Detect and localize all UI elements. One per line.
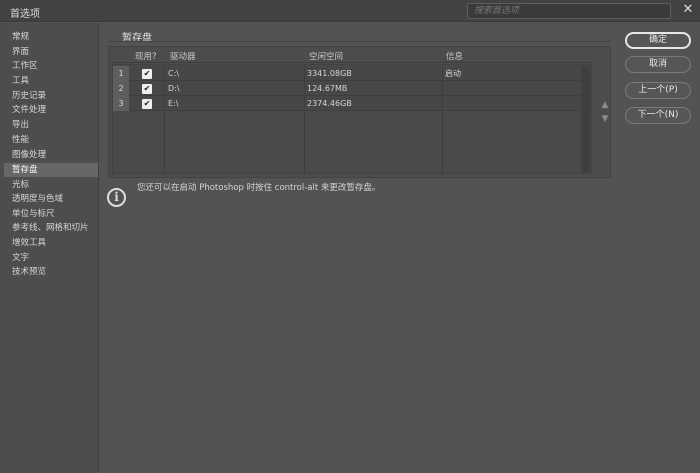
move-down-icon[interactable]: ▼	[599, 113, 611, 125]
window-title: 首选项	[10, 9, 40, 20]
sidebar-item-units-rulers[interactable]: 单位与标尺	[4, 207, 98, 221]
sidebar-item-guides-grid[interactable]: 参考线、网格和切片	[4, 221, 98, 235]
row-number: 3	[113, 96, 129, 111]
column-divider	[304, 64, 305, 174]
sidebar-item-scratch-disks[interactable]: 暂存盘	[4, 163, 98, 177]
column-divider	[442, 64, 443, 174]
cancel-button[interactable]: 取消	[625, 56, 691, 73]
sidebar-item-workspace[interactable]: 工作区	[4, 59, 98, 73]
sidebar-item-type[interactable]: 文字	[4, 251, 98, 265]
sidebar-item-tools[interactable]: 工具	[4, 74, 98, 88]
free-space-cell: 2374.46GB	[307, 99, 352, 108]
drive-cell: C:\	[168, 69, 179, 78]
sidebar-item-cursors[interactable]: 光标	[4, 178, 98, 192]
active-checkbox[interactable]: ✔	[142, 84, 152, 94]
sidebar-item-file-handling[interactable]: 文件处理	[4, 103, 98, 117]
sidebar-item-tech-preview[interactable]: 技术预览	[4, 265, 98, 279]
column-header-drive: 驱动器	[170, 52, 196, 62]
header-divider	[112, 62, 592, 63]
sidebar-item-interface[interactable]: 界面	[4, 45, 98, 59]
sidebar-item-general[interactable]: 常规	[4, 30, 98, 44]
column-header-active: 现用?	[135, 52, 157, 62]
column-header-free-space: 空闲空间	[309, 52, 344, 62]
sidebar-item-transparency[interactable]: 透明度与色域	[4, 192, 98, 206]
search-input[interactable]	[467, 3, 671, 19]
sidebar-item-image-processing[interactable]: 图像处理	[4, 148, 98, 162]
info-message: 您还可以在启动 Photoshop 时按住 control-alt 来更改暂存盘…	[137, 183, 381, 193]
ok-button[interactable]: 确定	[625, 32, 691, 49]
title-divider	[108, 41, 611, 42]
title-bar: 首选项 ✕	[0, 0, 700, 22]
info-cell: 启动	[445, 69, 461, 78]
close-icon[interactable]: ✕	[680, 2, 696, 18]
active-checkbox[interactable]: ✔	[142, 99, 152, 109]
free-space-cell: 3341.08GB	[307, 69, 352, 78]
next-button[interactable]: 下一个(N)	[625, 107, 691, 124]
info-icon: i	[107, 188, 126, 207]
sidebar-item-export[interactable]: 导出	[4, 118, 98, 132]
drive-cell: E:\	[168, 99, 179, 108]
table-row[interactable]: 3 ✔ E:\ 2374.46GB	[113, 96, 591, 111]
free-space-cell: 124.67MB	[307, 84, 348, 93]
row-number: 2	[113, 81, 129, 96]
sidebar-item-plugins[interactable]: 增效工具	[4, 236, 98, 250]
row-number: 1	[113, 66, 129, 81]
active-checkbox[interactable]: ✔	[142, 69, 152, 79]
move-up-icon[interactable]: ▲	[599, 99, 611, 111]
sidebar-item-performance[interactable]: 性能	[4, 133, 98, 147]
table-row[interactable]: 2 ✔ D:\ 124.67MB	[113, 81, 591, 96]
table-row[interactable]: 1 ✔ C:\ 3341.08GB 启动	[113, 66, 591, 81]
previous-button[interactable]: 上一个(P)	[625, 82, 691, 99]
sidebar: 常规 界面 工作区 工具 历史记录 文件处理 导出 性能 图像处理 暂存盘 光标…	[0, 23, 99, 473]
table-scrollbar[interactable]	[581, 66, 590, 172]
column-divider	[164, 64, 165, 174]
drive-cell: D:\	[168, 84, 180, 93]
column-header-info: 信息	[446, 52, 464, 62]
sidebar-item-history[interactable]: 历史记录	[4, 89, 98, 103]
